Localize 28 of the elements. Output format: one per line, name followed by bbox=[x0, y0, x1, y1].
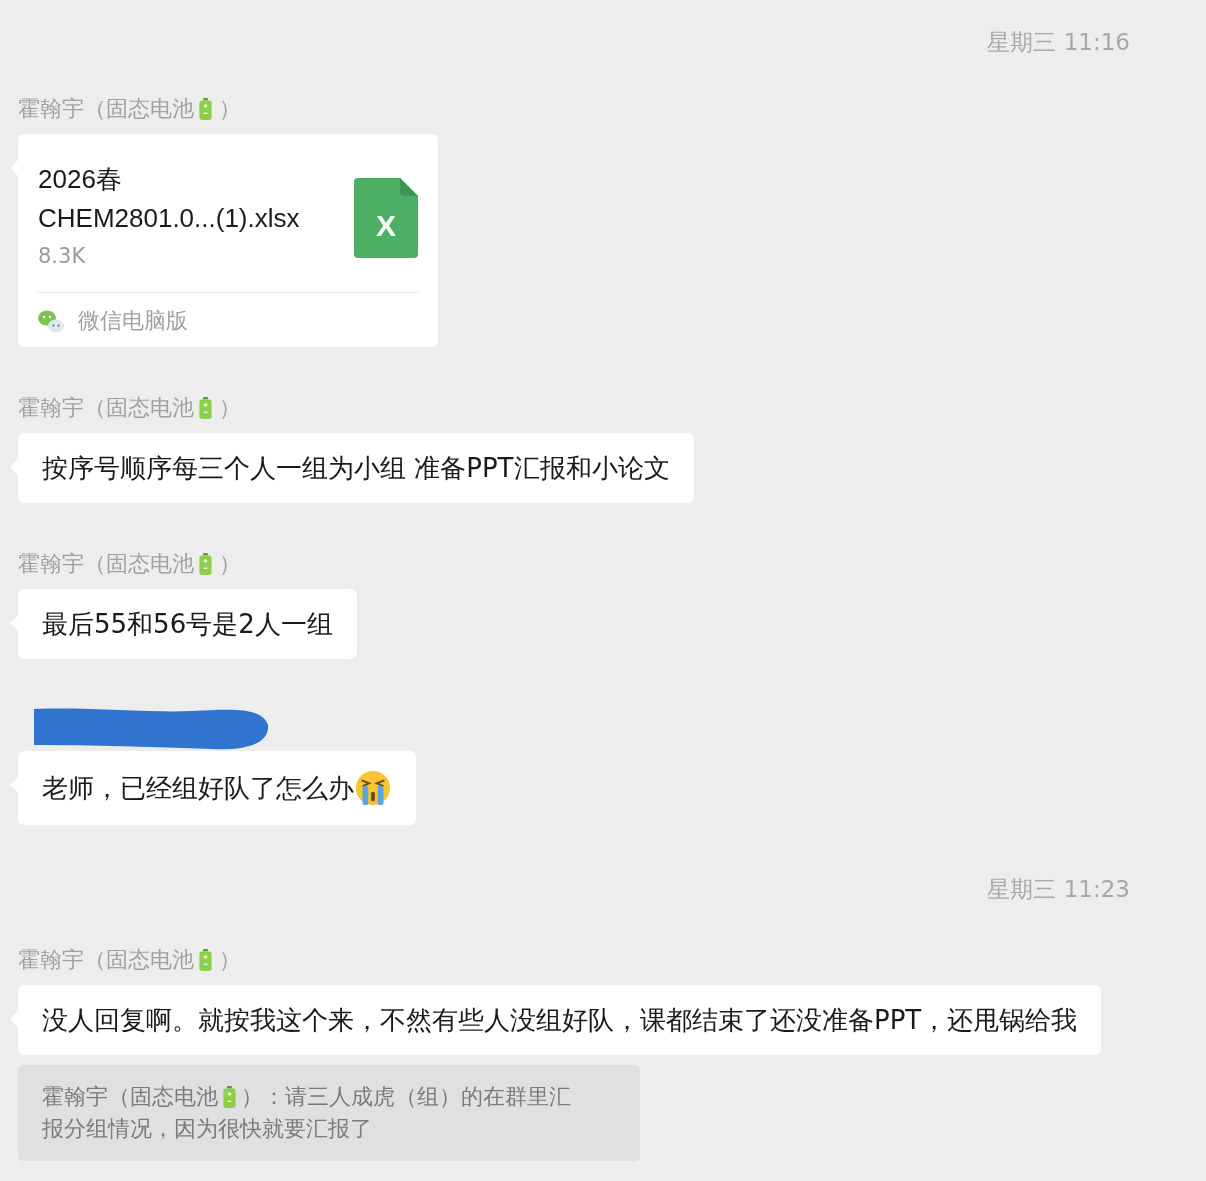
sender-name: 霍翰宇（固态电池 bbox=[18, 946, 194, 974]
battery-icon bbox=[198, 397, 213, 419]
sender-name: 霍翰宇（固态电池 bbox=[18, 550, 194, 578]
battery-icon bbox=[198, 553, 213, 575]
sender-name: ） bbox=[219, 550, 241, 578]
chat-bubbles-icon bbox=[38, 309, 64, 333]
message-text: 老师，已经组好队了怎么办 bbox=[42, 772, 354, 805]
timestamp: 星期三 11:23 bbox=[987, 875, 1130, 904]
sender-name: 霍翰宇（固态电池 bbox=[18, 95, 194, 123]
message-text: 按序号顺序每三个人一组为小组 准备PPT汇报和小论文 bbox=[42, 452, 670, 485]
quote-text: ）：请三人成虎（组）的在群里汇 bbox=[241, 1083, 571, 1111]
sender-name: ） bbox=[219, 95, 241, 123]
spreadsheet-file-icon: X bbox=[354, 178, 418, 258]
file-name: CHEM2801.0...(1).xlsx bbox=[38, 202, 301, 235]
battery-icon bbox=[222, 1086, 237, 1108]
file-name: 2026春 bbox=[38, 163, 123, 196]
message-text: 最后55和56号是2人一组 bbox=[42, 608, 333, 641]
quote-text: 报分组情况，因为很快就要汇报了 bbox=[42, 1115, 372, 1143]
battery-icon bbox=[198, 98, 213, 120]
timestamp: 星期三 11:16 bbox=[987, 28, 1130, 57]
message-text: 没人回复啊。就按我这个来，不然有些人没组好队，课都结束了还没准备PPT，还甩锅给我 bbox=[42, 1004, 1078, 1037]
battery-icon bbox=[198, 949, 213, 971]
file-size: 8.3K bbox=[38, 244, 87, 268]
sender-name: ） bbox=[219, 394, 241, 422]
sender-name: ） bbox=[219, 946, 241, 974]
sender-name: 霍翰宇（固态电池 bbox=[18, 394, 194, 422]
quote-sender: 霍翰宇（固态电池 bbox=[42, 1083, 218, 1111]
source-label: 微信电脑版 bbox=[78, 307, 188, 335]
